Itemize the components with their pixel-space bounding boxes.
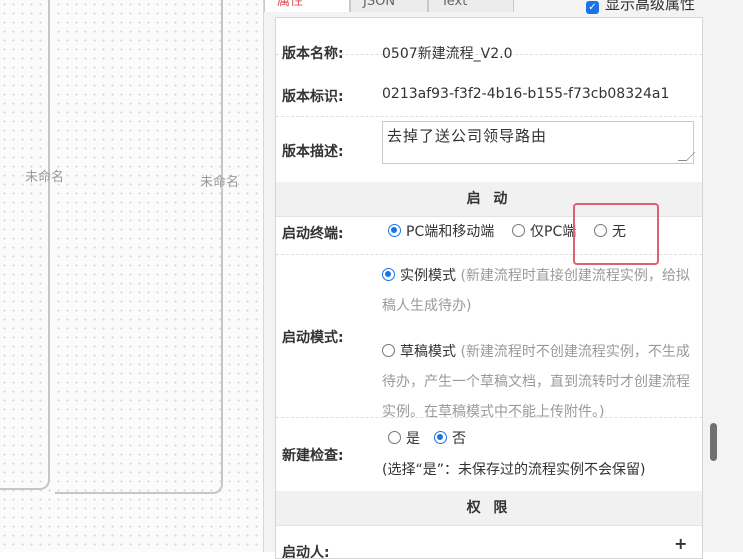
draft-mode-label: 草稿模式 [400, 344, 456, 360]
resize-grip-icon[interactable] [677, 152, 696, 161]
radio-selected-icon[interactable] [388, 224, 401, 237]
start-mode-label: 启动模式: [282, 330, 344, 346]
new-check-note: (选择“是”：未保存过的流程实例不会保留) [382, 462, 646, 478]
radio-pc-only[interactable]: 仅PC端 [512, 221, 576, 241]
radio-no[interactable]: 否 [434, 428, 466, 448]
radio-unselected-icon[interactable] [382, 344, 395, 357]
checkbox-checked-icon[interactable]: ✓ [586, 1, 599, 14]
radio-selected-icon[interactable] [382, 268, 395, 281]
start-mode-instance-option[interactable]: 实例模式 (新建流程时直接创建流程实例，给拟稿人生成待办) [382, 261, 696, 321]
radio-pc-only-label: 仅PC端 [530, 224, 577, 240]
radio-selected-icon[interactable] [434, 431, 447, 444]
section-permission-header: 权 限 [276, 491, 702, 526]
property-form: 版本名称: 0507新建流程_V2.0 版本标识: 0213af93-f3f2-… [275, 17, 703, 559]
field-version-id: 版本标识: 0213af93-f3f2-4b16-b155-f73cb08324… [276, 72, 702, 117]
tab-json[interactable]: JSON [350, 0, 428, 12]
process-canvas[interactable]: 未命名 未命名 [0, 0, 263, 552]
initiator-label: 启动人: [282, 545, 330, 559]
field-start-mode: 启动模式: 实例模式 (新建流程时直接创建流程实例，给拟稿人生成待办) 草稿模式… [276, 254, 702, 420]
radio-yes[interactable]: 是 [388, 428, 420, 448]
version-id-label: 版本标识: [282, 89, 344, 105]
swimlane-border [0, 0, 50, 490]
field-version-desc: 版本描述: 去掉了送公司领导路由 [276, 117, 702, 183]
panel-tabs: 属性 JSON Text ✓ 显示高级属性 [264, 0, 743, 16]
radio-yes-label: 是 [406, 431, 420, 447]
show-advanced-toggle[interactable]: ✓ 显示高级属性 [586, 0, 695, 14]
radio-pc-and-mobile-label: PC端和移动端 [406, 224, 495, 240]
swimlane-label[interactable]: 未命名 [25, 166, 64, 185]
property-panel: 属性 JSON Text ✓ 显示高级属性 版本名称: 0507新建流程_V2.0… [263, 0, 743, 559]
swimlane-label[interactable]: 未命名 [200, 171, 239, 190]
field-version-name: 版本名称: 0507新建流程_V2.0 [276, 18, 702, 62]
scrollbar-thumb[interactable] [710, 423, 717, 461]
field-initiator: 启动人: [276, 526, 702, 559]
version-desc-textarea[interactable]: 去掉了送公司领导路由 [382, 121, 696, 164]
scrollbar-track[interactable] [707, 17, 719, 552]
radio-no-label: 否 [452, 431, 466, 447]
version-id-value[interactable]: 0213af93-f3f2-4b16-b155-f73cb08324a1 [382, 86, 669, 102]
field-new-check: 新建检查: 是 否 (选择“是”：未保存过的流程实例不会保留) [276, 417, 702, 492]
start-mode-draft-option[interactable]: 草稿模式 (新建流程时不创建流程实例，不生成待办，产生一个草稿文档，直到流转时才… [382, 337, 696, 427]
annotation-highlight-box [573, 203, 659, 265]
start-terminal-label: 启动终端: [282, 226, 344, 242]
version-desc-text: 去掉了送公司领导路由 [387, 127, 548, 145]
radio-pc-and-mobile[interactable]: PC端和移动端 [388, 221, 494, 241]
version-name-label: 版本名称: [282, 46, 344, 62]
version-name-value[interactable]: 0507新建流程_V2.0 [382, 43, 512, 63]
add-initiator-icon[interactable]: + [674, 534, 687, 553]
new-check-label: 新建检查: [282, 448, 344, 464]
version-desc-label: 版本描述: [282, 144, 344, 160]
tab-text[interactable]: Text [428, 0, 514, 12]
show-advanced-label: 显示高级属性 [605, 0, 696, 13]
swimlane-border [55, 0, 223, 494]
instance-mode-label: 实例模式 [400, 268, 456, 284]
radio-unselected-icon[interactable] [388, 431, 401, 444]
radio-unselected-icon[interactable] [512, 224, 525, 237]
tab-properties[interactable]: 属性 [264, 0, 350, 12]
